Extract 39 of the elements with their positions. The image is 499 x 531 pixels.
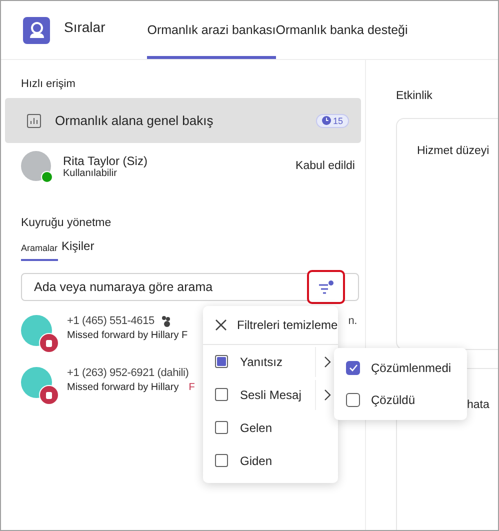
checkbox[interactable] — [215, 454, 228, 467]
caller-avatar — [21, 315, 59, 353]
avatar-placeholder — [21, 151, 51, 181]
close-icon — [215, 319, 227, 331]
call-text: n. — [348, 315, 357, 327]
tab[interactable]: Aramalar — [21, 243, 58, 261]
quick-access-item[interactable]: Ormanlık alana genel bakış 15 — [5, 98, 361, 143]
clear-filters-item[interactable]: Filtreleri temizleme — [203, 306, 338, 345]
section-title: Kuyruğu yönetme — [20, 217, 112, 229]
call-detail: Missed forward by Hillary — [67, 382, 179, 393]
caller-avatar — [21, 367, 59, 405]
section-title: Etkinlik — [396, 90, 434, 102]
status-text: Kabul edildi — [296, 160, 355, 172]
call-detail: Missed forward by Hillary F — [67, 330, 188, 341]
phone-number: +1 (465) 551-4615 — [67, 315, 154, 327]
people-icon — [160, 315, 172, 327]
chart-icon — [27, 114, 41, 128]
checkbox[interactable] — [346, 393, 360, 407]
tab[interactable]: Kişiler — [62, 239, 94, 261]
checkbox[interactable] — [215, 355, 228, 368]
chevron-right-icon — [324, 356, 330, 368]
chevron-right-icon — [324, 388, 330, 400]
count-badge: 15 — [316, 114, 349, 128]
tab[interactable]: Ormanlık arazi bankası — [147, 1, 276, 59]
call-tag: F — [188, 382, 195, 393]
app-title: Sıralar — [64, 19, 106, 35]
presence-text: Kullanılabilir — [63, 168, 117, 178]
menu-item[interactable]: Giden — [203, 444, 338, 477]
filter-button[interactable] — [307, 270, 345, 304]
checkbox[interactable] — [346, 361, 360, 375]
phone-number: +1 (263) 952-6921 (dahili) — [67, 367, 189, 379]
checkbox[interactable] — [215, 388, 228, 401]
app-logo-icon — [23, 16, 50, 44]
checkbox[interactable] — [215, 421, 228, 434]
section-title: Hızlı erişim — [20, 78, 76, 90]
user-name: Rita Taylor (Siz) — [63, 154, 148, 168]
checkmark-icon — [348, 364, 358, 372]
filter-icon — [318, 280, 334, 294]
tab[interactable]: Ormanlık banka desteği — [276, 1, 408, 59]
